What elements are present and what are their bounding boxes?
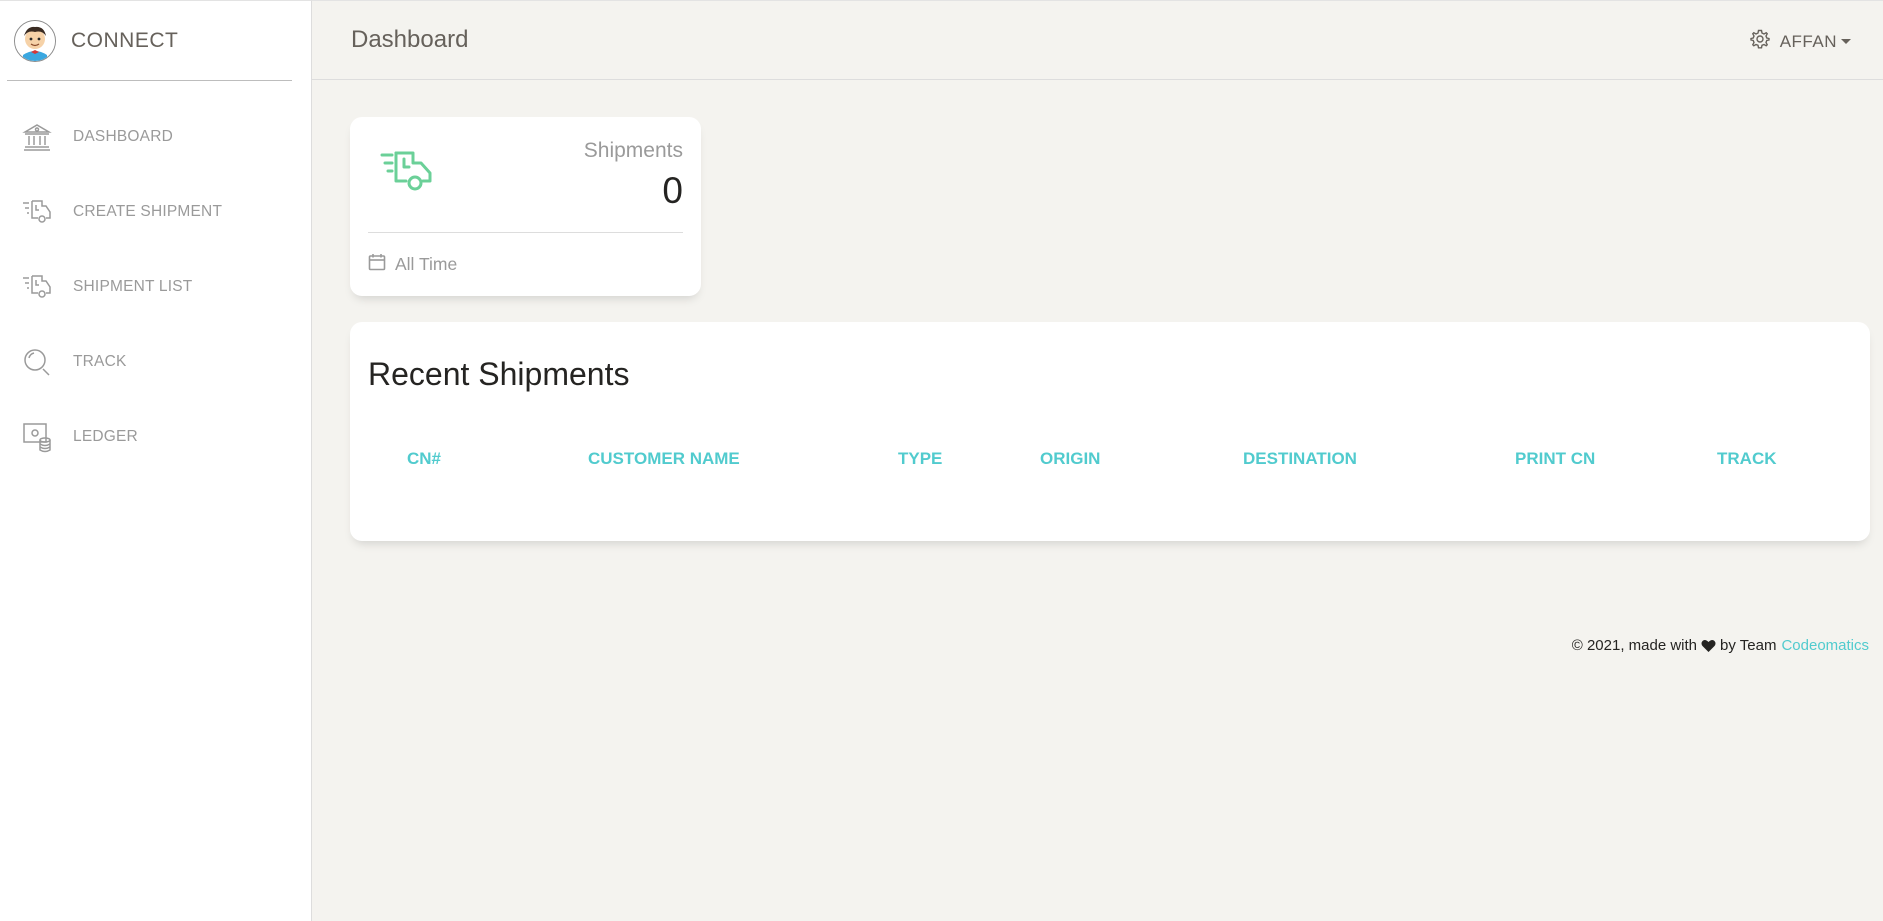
sidebar-item-track[interactable]: TRACK xyxy=(0,324,312,399)
heart-icon xyxy=(1701,639,1716,653)
user-name: AFFAN xyxy=(1779,31,1837,51)
delivery-truck-icon xyxy=(22,271,52,303)
shipments-stat-card: Shipments 0 All Time xyxy=(350,117,701,296)
column-header-destination[interactable]: DESTINATION xyxy=(1243,449,1357,469)
delivery-truck-icon xyxy=(380,149,436,198)
sidebar-item-ledger[interactable]: LEDGER xyxy=(0,399,312,474)
sidebar-item-label: SHIPMENT LIST xyxy=(73,277,193,295)
sidebar-item-shipment-list[interactable]: SHIPMENT LIST xyxy=(0,249,312,324)
recent-shipments-title: Recent Shipments xyxy=(368,356,630,392)
page-footer: © 2021, made with by Team Codeomatics xyxy=(1572,637,1869,654)
sidebar-item-dashboard[interactable]: DASHBOARD xyxy=(0,99,312,174)
column-header-cn[interactable]: CN# xyxy=(407,449,441,469)
delivery-truck-icon xyxy=(22,196,52,228)
stat-footer: All Time xyxy=(368,253,457,276)
column-header-track[interactable]: TRACK xyxy=(1717,449,1777,469)
bank-icon xyxy=(22,121,52,153)
gear-icon xyxy=(1750,29,1770,54)
sidebar-item-label: CREATE SHIPMENT xyxy=(73,202,223,220)
column-header-origin[interactable]: ORIGIN xyxy=(1040,449,1100,469)
sidebar-item-label: TRACK xyxy=(73,352,127,370)
stat-footer-text: All Time xyxy=(395,254,458,274)
sidebar-item-create-shipment[interactable]: CREATE SHIPMENT xyxy=(0,174,312,249)
footer-team-link[interactable]: Codeomatics xyxy=(1781,637,1869,654)
brand[interactable]: CONNECT xyxy=(7,1,292,81)
sidebar-item-label: DASHBOARD xyxy=(73,127,173,145)
calendar-icon xyxy=(368,253,386,276)
stat-label: Shipments xyxy=(583,139,683,162)
chevron-down-icon xyxy=(1841,39,1851,44)
sidebar-nav: DASHBOARD CREATE SHIPMENT SHIPMENT LIST … xyxy=(0,99,312,474)
page-title: Dashboard xyxy=(351,26,469,53)
top-navbar: Dashboard AFFAN xyxy=(312,0,1883,80)
column-header-customer-name[interactable]: CUSTOMER NAME xyxy=(588,449,740,469)
sidebar: CONNECT DASHBOARD CREATE SHIPMENT SHIPME… xyxy=(0,0,312,921)
search-icon xyxy=(22,346,52,378)
stat-value: 0 xyxy=(662,170,683,211)
cartoon-avatar-logo-icon xyxy=(14,19,56,62)
stat-divider xyxy=(368,232,683,233)
sidebar-item-label: LEDGER xyxy=(73,427,138,445)
column-header-type[interactable]: TYPE xyxy=(898,449,942,469)
money-coins-icon xyxy=(22,421,52,453)
column-header-print-cn[interactable]: PRINT CN xyxy=(1515,449,1595,469)
user-menu-dropdown[interactable]: AFFAN xyxy=(1750,29,1851,54)
footer-suffix: by Team xyxy=(1720,637,1777,654)
table-header-row: CN# CUSTOMER NAME TYPE ORIGIN DESTINATIO… xyxy=(350,449,1870,473)
footer-prefix: © 2021, made with xyxy=(1571,637,1698,654)
brand-name: CONNECT xyxy=(71,28,179,52)
recent-shipments-card: Recent Shipments CN# CUSTOMER NAME TYPE … xyxy=(350,322,1870,541)
